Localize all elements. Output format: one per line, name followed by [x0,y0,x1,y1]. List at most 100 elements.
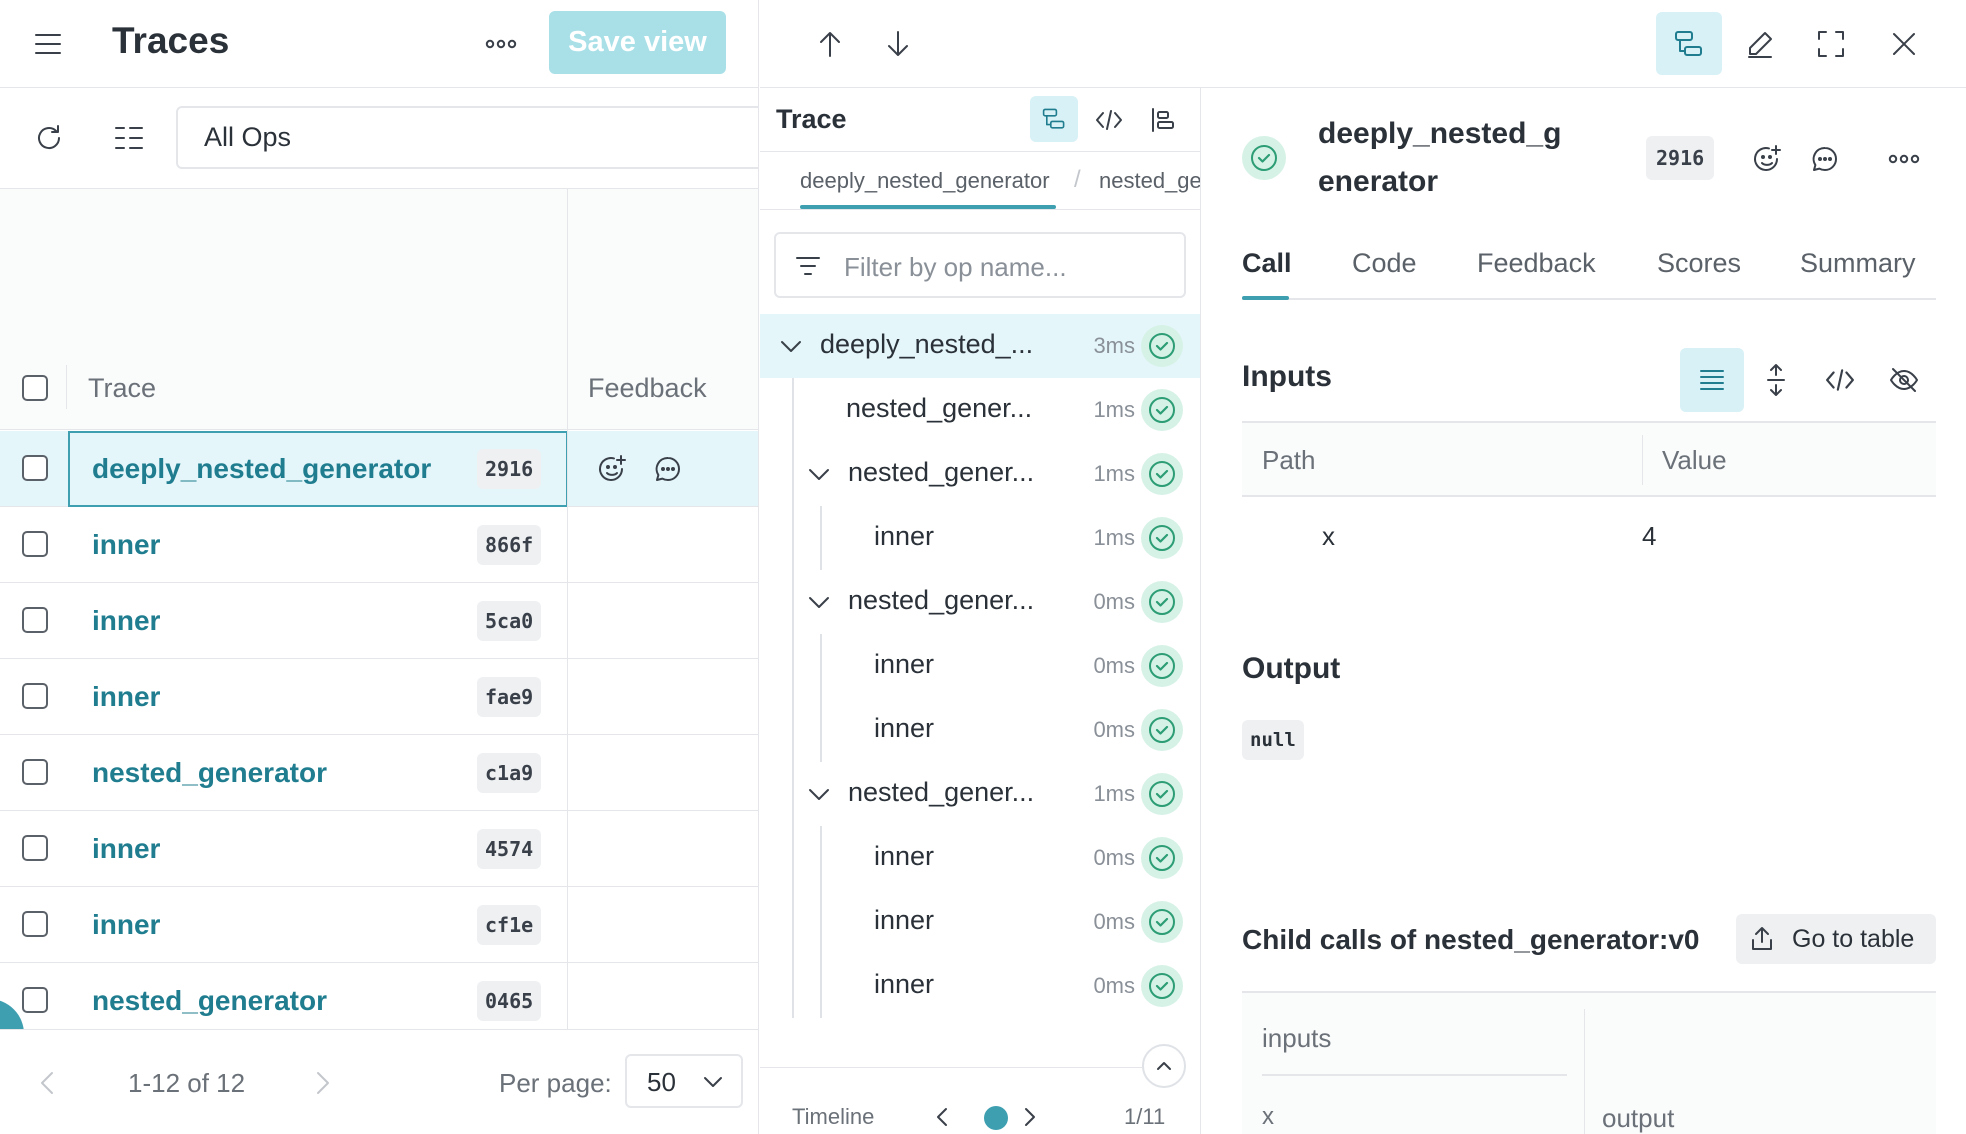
column-header-feedback[interactable]: Feedback [588,373,707,404]
go-to-table-button[interactable]: Go to table [1736,914,1936,964]
flame-graph-icon[interactable] [1143,100,1183,140]
traces-toolbar: All Ops [0,88,758,189]
trace-node-name: inner [874,713,935,743]
trace-name-link[interactable]: inner [92,605,160,637]
row-checkbox[interactable] [22,455,48,481]
column-header-trace[interactable]: Trace [88,373,156,404]
trace-tree-node[interactable]: inner 0ms [760,826,1200,890]
trace-node-name: nested_gener... [848,457,1035,487]
table-row[interactable]: inner cf1e [0,887,758,963]
row-checkbox[interactable] [22,531,48,557]
row-checkbox[interactable] [22,759,48,785]
trace-tree-node[interactable]: inner 1ms [760,506,1200,570]
trace-name-link[interactable]: inner [92,833,160,865]
tab-feedback[interactable]: Feedback [1477,248,1596,279]
child-table-top-border [1242,991,1936,993]
table-row[interactable]: nested_generator 0465 [0,963,758,1039]
add-comment-icon[interactable] [1806,140,1844,178]
tree-view-icon[interactable] [1656,12,1722,75]
timeline-next-icon[interactable] [1016,1102,1044,1132]
breadcrumb-item[interactable]: nested_ge [1099,168,1200,194]
tab-summary[interactable]: Summary [1800,248,1916,279]
chevron-down-icon[interactable] [806,782,832,806]
tab-code[interactable]: Code [1352,248,1417,279]
trace-name-link[interactable]: inner [92,909,160,941]
arrow-up-icon[interactable] [810,24,850,64]
table-row[interactable]: nested_generator c1a9 [0,735,758,811]
breadcrumb: deeply_nested_generator / nested_ge [760,152,1200,210]
trace-tree-node[interactable]: inner 0ms [760,698,1200,762]
hamburger-menu-icon[interactable] [28,24,68,64]
trace-tree-node[interactable]: inner 0ms [760,890,1200,954]
row-checkbox[interactable] [22,987,48,1013]
per-page-select[interactable]: 50 [625,1054,743,1108]
trace-name-link[interactable]: nested_generator [92,757,327,789]
tab-call[interactable]: Call [1242,248,1292,279]
hide-eye-icon[interactable] [1884,360,1924,400]
table-row[interactable]: inner 866f [0,507,758,583]
trace-node-duration: 1ms [1093,461,1135,486]
expand-vertical-icon[interactable] [1756,358,1796,402]
prev-page-icon[interactable] [30,1066,64,1100]
row-checkbox[interactable] [22,607,48,633]
op-filter-placeholder: Filter by op name... [844,252,1067,282]
row-checkbox[interactable] [22,835,48,861]
call-detail-panel: deeply_nested_g enerator 2916 Call Code … [1202,88,1966,1134]
trace-node-duration: 1ms [1093,781,1135,806]
more-options-icon[interactable] [481,24,521,64]
tab-scores[interactable]: Scores [1657,248,1741,279]
timeline-label: Timeline [792,1104,875,1129]
code-view-icon[interactable] [1820,360,1860,400]
columns-icon[interactable] [109,118,149,158]
trace-tree-node[interactable]: inner 0ms [760,954,1200,1018]
edit-pencil-icon[interactable] [1740,24,1780,64]
fullscreen-icon[interactable] [1811,24,1851,64]
trace-tree-node[interactable]: nested_gener... 0ms [760,570,1200,634]
trace-panel-title: Trace [776,104,847,134]
timeline-divider [760,1067,1142,1068]
close-icon[interactable] [1884,24,1924,64]
timeline-dot[interactable] [984,1106,1008,1130]
table-row[interactable]: deeply_nested_generator 2916 [0,431,758,507]
add-comment-icon[interactable] [650,451,686,487]
breadcrumb-active-underline [800,205,1056,209]
add-reaction-icon[interactable] [1748,140,1786,178]
timeline-prev-icon[interactable] [928,1102,956,1132]
inputs-table: Path Value x 4 [1242,421,1936,585]
breadcrumb-item[interactable]: deeply_nested_generator [800,168,1050,194]
trace-hash-badge: 5ca0 [477,601,542,641]
tree-view-icon[interactable] [1030,96,1078,142]
status-success-icon [1141,517,1183,559]
more-options-icon[interactable] [1884,140,1924,178]
trace-name-link[interactable]: inner [92,529,160,561]
op-filter-select[interactable]: All Ops [176,106,758,169]
table-row[interactable]: inner 4574 [0,811,758,887]
row-checkbox[interactable] [22,683,48,709]
refresh-icon[interactable] [29,118,69,158]
chevron-down-icon[interactable] [806,462,832,486]
list-view-icon[interactable] [1680,348,1744,412]
next-page-icon[interactable] [306,1066,340,1100]
trace-hash-badge: 866f [477,525,542,565]
trace-node-duration: 0ms [1093,589,1135,614]
collapse-up-icon[interactable] [1142,1044,1186,1088]
select-all-checkbox[interactable] [22,375,48,401]
row-checkbox[interactable] [22,911,48,937]
trace-name-link[interactable]: inner [92,681,160,713]
trace-name-link[interactable]: deeply_nested_generator [92,453,431,485]
add-reaction-icon[interactable] [594,451,630,487]
trace-tree-node[interactable]: nested_gener... 1ms [760,762,1200,826]
save-view-button[interactable]: Save view [549,11,726,74]
trace-tree-node[interactable]: nested_gener... 1ms [760,442,1200,506]
trace-name-link[interactable]: nested_generator [92,985,327,1017]
trace-tree-node[interactable]: inner 0ms [760,634,1200,698]
table-row[interactable]: inner 5ca0 [0,583,758,659]
trace-tree-node[interactable]: deeply_nested_... 3ms [760,314,1200,378]
trace-tree-node[interactable]: nested_gener... 1ms [760,378,1200,442]
op-filter-input[interactable]: Filter by op name... [774,232,1186,298]
code-view-icon[interactable] [1089,100,1129,140]
chevron-down-icon[interactable] [806,590,832,614]
chevron-down-icon[interactable] [778,334,804,358]
table-row[interactable]: inner fae9 [0,659,758,735]
arrow-down-icon[interactable] [878,24,918,64]
